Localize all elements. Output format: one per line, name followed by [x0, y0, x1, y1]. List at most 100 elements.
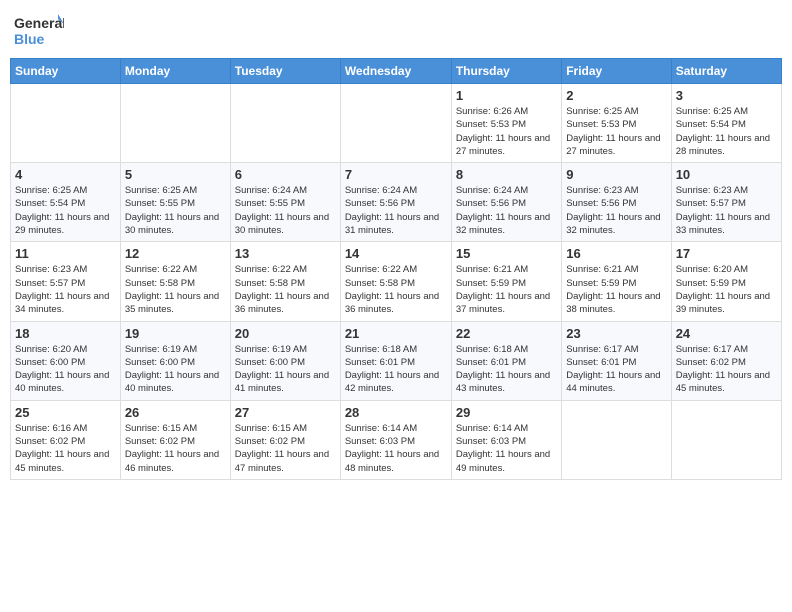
- calendar-cell: 1Sunrise: 6:26 AM Sunset: 5:53 PM Daylig…: [451, 84, 561, 163]
- day-number: 2: [566, 88, 666, 103]
- day-number: 25: [15, 405, 116, 420]
- calendar-header-sunday: Sunday: [11, 59, 121, 84]
- day-number: 20: [235, 326, 336, 341]
- day-number: 22: [456, 326, 557, 341]
- day-info: Sunrise: 6:20 AM Sunset: 5:59 PM Dayligh…: [676, 263, 777, 316]
- calendar-cell: 17 Sunrise: 6:20 AM Sunset: 5:59 PM Dayli…: [671, 242, 781, 321]
- calendar-week-5: 25 Sunrise: 6:16 AM Sunset: 6:02 PM Dayli…: [11, 400, 782, 479]
- calendar-cell: 5Sunrise: 6:25 AM Sunset: 5:55 PM Daylig…: [120, 163, 230, 242]
- day-number: 11: [15, 246, 116, 261]
- calendar-header-tuesday: Tuesday: [230, 59, 340, 84]
- calendar-cell: [562, 400, 671, 479]
- calendar-cell: [230, 84, 340, 163]
- day-number: 8: [456, 167, 557, 182]
- day-number: 17: [676, 246, 777, 261]
- day-info: Sunrise: 6:18 AM Sunset: 6:01 PM Dayligh…: [345, 343, 447, 396]
- svg-text:Blue: Blue: [14, 31, 45, 47]
- day-info: Sunrise: 6:23 AM Sunset: 5:57 PM Dayligh…: [15, 263, 116, 316]
- logo: General Blue: [14, 10, 64, 50]
- day-info: Sunrise: 6:14 AM Sunset: 6:03 PM Dayligh…: [345, 422, 447, 475]
- calendar-cell: 7 Sunrise: 6:24 AM Sunset: 5:56 PM Daylig…: [340, 163, 451, 242]
- calendar-cell: 28 Sunrise: 6:14 AM Sunset: 6:03 PM Dayli…: [340, 400, 451, 479]
- day-number: 21: [345, 326, 447, 341]
- day-info: Sunrise: 6:25 AM Sunset: 5:54 PM Dayligh…: [15, 184, 116, 237]
- calendar-cell: 26 Sunrise: 6:15 AM Sunset: 6:02 PM Dayli…: [120, 400, 230, 479]
- day-info: Sunrise: 6:19 AM Sunset: 6:00 PM Dayligh…: [125, 343, 226, 396]
- calendar-cell: 20Sunrise: 6:19 AM Sunset: 6:00 PM Dayli…: [230, 321, 340, 400]
- calendar-cell: [340, 84, 451, 163]
- day-info: Sunrise: 6:16 AM Sunset: 6:02 PM Dayligh…: [15, 422, 116, 475]
- calendar-header-friday: Friday: [562, 59, 671, 84]
- calendar-cell: 3 Sunrise: 6:25 AM Sunset: 5:54 PM Daylig…: [671, 84, 781, 163]
- calendar-cell: 6 Sunrise: 6:24 AM Sunset: 5:55 PM Daylig…: [230, 163, 340, 242]
- day-info: Sunrise: 6:20 AM Sunset: 6:00 PM Dayligh…: [15, 343, 116, 396]
- day-info: Sunrise: 6:24 AM Sunset: 5:56 PM Dayligh…: [345, 184, 447, 237]
- day-info: Sunrise: 6:15 AM Sunset: 6:02 PM Dayligh…: [235, 422, 336, 475]
- calendar-week-4: 18 Sunrise: 6:20 AM Sunset: 6:00 PM Dayli…: [11, 321, 782, 400]
- calendar-cell: 25 Sunrise: 6:16 AM Sunset: 6:02 PM Dayli…: [11, 400, 121, 479]
- calendar-cell: 9Sunrise: 6:23 AM Sunset: 5:56 PM Daylig…: [562, 163, 671, 242]
- calendar-week-2: 4Sunrise: 6:25 AM Sunset: 5:54 PM Daylig…: [11, 163, 782, 242]
- calendar-cell: 23 Sunrise: 6:17 AM Sunset: 6:01 PM Dayli…: [562, 321, 671, 400]
- day-info: Sunrise: 6:17 AM Sunset: 6:01 PM Dayligh…: [566, 343, 666, 396]
- day-info: Sunrise: 6:25 AM Sunset: 5:53 PM Dayligh…: [566, 105, 666, 158]
- calendar-cell: [120, 84, 230, 163]
- calendar-table: SundayMondayTuesdayWednesdayThursdayFrid…: [10, 58, 782, 480]
- day-number: 16: [566, 246, 666, 261]
- calendar-cell: 21 Sunrise: 6:18 AM Sunset: 6:01 PM Dayli…: [340, 321, 451, 400]
- day-number: 19: [125, 326, 226, 341]
- calendar-header-thursday: Thursday: [451, 59, 561, 84]
- calendar-week-1: 1Sunrise: 6:26 AM Sunset: 5:53 PM Daylig…: [11, 84, 782, 163]
- day-info: Sunrise: 6:21 AM Sunset: 5:59 PM Dayligh…: [456, 263, 557, 316]
- day-info: Sunrise: 6:14 AM Sunset: 6:03 PM Dayligh…: [456, 422, 557, 475]
- day-number: 10: [676, 167, 777, 182]
- calendar-cell: 8 Sunrise: 6:24 AM Sunset: 5:56 PM Daylig…: [451, 163, 561, 242]
- day-info: Sunrise: 6:22 AM Sunset: 5:58 PM Dayligh…: [235, 263, 336, 316]
- logo-svg: General Blue: [14, 10, 64, 50]
- day-info: Sunrise: 6:24 AM Sunset: 5:55 PM Dayligh…: [235, 184, 336, 237]
- page-header: General Blue: [10, 10, 782, 50]
- calendar-cell: 16 Sunrise: 6:21 AM Sunset: 5:59 PM Dayli…: [562, 242, 671, 321]
- day-number: 18: [15, 326, 116, 341]
- day-info: Sunrise: 6:17 AM Sunset: 6:02 PM Dayligh…: [676, 343, 777, 396]
- day-number: 1: [456, 88, 557, 103]
- calendar-cell: 11 Sunrise: 6:23 AM Sunset: 5:57 PM Dayli…: [11, 242, 121, 321]
- calendar-cell: [11, 84, 121, 163]
- calendar-cell: 15 Sunrise: 6:21 AM Sunset: 5:59 PM Dayli…: [451, 242, 561, 321]
- calendar-cell: [671, 400, 781, 479]
- calendar-cell: 29Sunrise: 6:14 AM Sunset: 6:03 PM Dayli…: [451, 400, 561, 479]
- day-number: 13: [235, 246, 336, 261]
- day-number: 27: [235, 405, 336, 420]
- day-number: 28: [345, 405, 447, 420]
- day-number: 24: [676, 326, 777, 341]
- day-info: Sunrise: 6:23 AM Sunset: 5:57 PM Dayligh…: [676, 184, 777, 237]
- day-info: Sunrise: 6:22 AM Sunset: 5:58 PM Dayligh…: [125, 263, 226, 316]
- calendar-cell: 27 Sunrise: 6:15 AM Sunset: 6:02 PM Dayli…: [230, 400, 340, 479]
- calendar-header-row: SundayMondayTuesdayWednesdayThursdayFrid…: [11, 59, 782, 84]
- day-number: 7: [345, 167, 447, 182]
- calendar-cell: 24 Sunrise: 6:17 AM Sunset: 6:02 PM Dayli…: [671, 321, 781, 400]
- svg-text:General: General: [14, 15, 64, 31]
- calendar-cell: 14Sunrise: 6:22 AM Sunset: 5:58 PM Dayli…: [340, 242, 451, 321]
- calendar-cell: 10 Sunrise: 6:23 AM Sunset: 5:57 PM Dayli…: [671, 163, 781, 242]
- calendar-cell: 2 Sunrise: 6:25 AM Sunset: 5:53 PM Daylig…: [562, 84, 671, 163]
- day-number: 23: [566, 326, 666, 341]
- calendar-cell: 12 Sunrise: 6:22 AM Sunset: 5:58 PM Dayli…: [120, 242, 230, 321]
- day-info: Sunrise: 6:15 AM Sunset: 6:02 PM Dayligh…: [125, 422, 226, 475]
- calendar-header-monday: Monday: [120, 59, 230, 84]
- day-number: 15: [456, 246, 557, 261]
- day-number: 26: [125, 405, 226, 420]
- calendar-cell: 13 Sunrise: 6:22 AM Sunset: 5:58 PM Dayli…: [230, 242, 340, 321]
- day-info: Sunrise: 6:25 AM Sunset: 5:54 PM Dayligh…: [676, 105, 777, 158]
- day-info: Sunrise: 6:21 AM Sunset: 5:59 PM Dayligh…: [566, 263, 666, 316]
- day-info: Sunrise: 6:18 AM Sunset: 6:01 PM Dayligh…: [456, 343, 557, 396]
- day-number: 6: [235, 167, 336, 182]
- day-info: Sunrise: 6:25 AM Sunset: 5:55 PM Dayligh…: [125, 184, 226, 237]
- day-number: 3: [676, 88, 777, 103]
- calendar-cell: 19 Sunrise: 6:19 AM Sunset: 6:00 PM Dayli…: [120, 321, 230, 400]
- calendar-week-3: 11 Sunrise: 6:23 AM Sunset: 5:57 PM Dayli…: [11, 242, 782, 321]
- calendar-cell: 4Sunrise: 6:25 AM Sunset: 5:54 PM Daylig…: [11, 163, 121, 242]
- day-info: Sunrise: 6:24 AM Sunset: 5:56 PM Dayligh…: [456, 184, 557, 237]
- day-number: 12: [125, 246, 226, 261]
- day-info: Sunrise: 6:23 AM Sunset: 5:56 PM Dayligh…: [566, 184, 666, 237]
